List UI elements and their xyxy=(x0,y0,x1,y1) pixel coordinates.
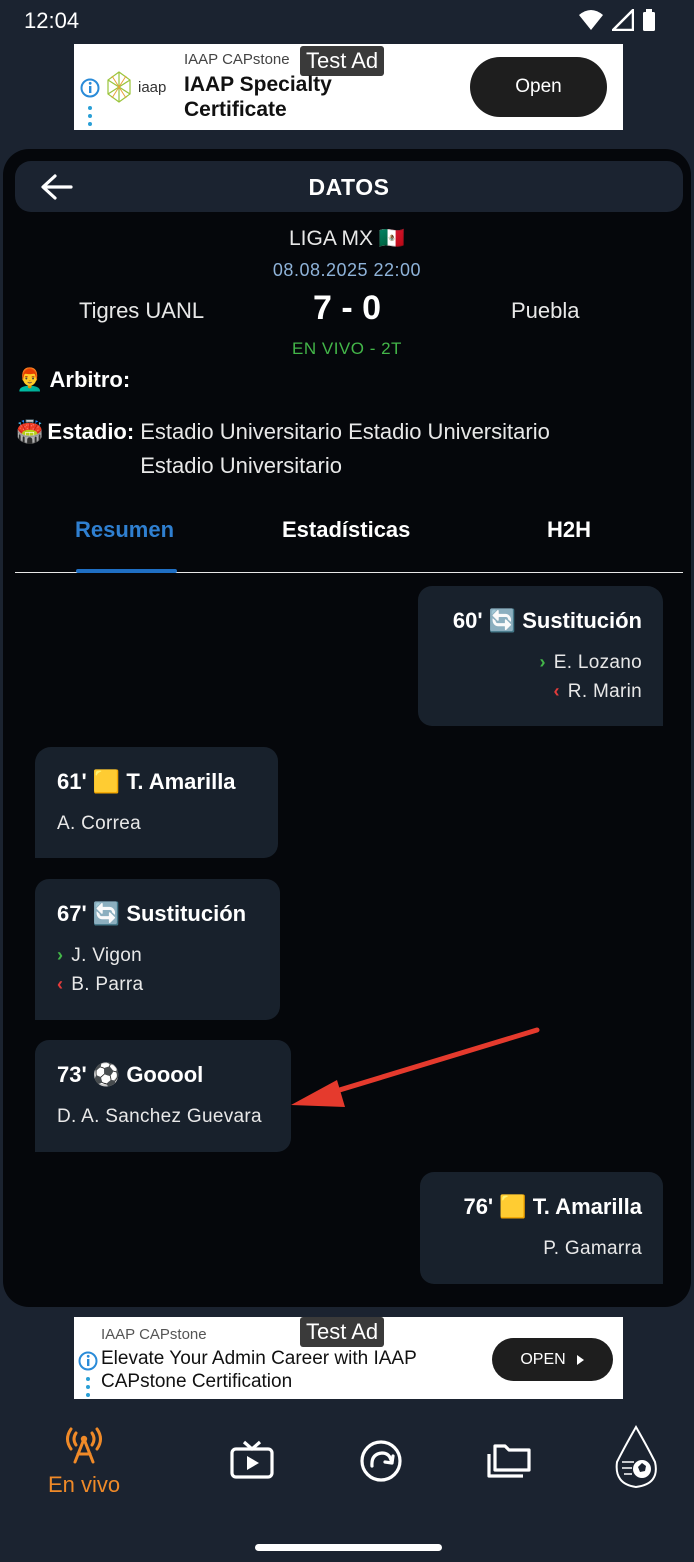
ad-logo-text: iaap xyxy=(138,78,167,96)
event-title: 61' 🟨 T. Amarilla xyxy=(57,769,236,794)
home-indicator[interactable] xyxy=(255,1544,442,1551)
stadium-value: Estadio Universitario Estadio Universita… xyxy=(140,419,550,478)
match-datetime: 08.08.2025 22:00 xyxy=(272,260,422,280)
chevron-left-icon: ‹ xyxy=(553,681,560,701)
event-title: 76' 🟨 T. Amarilla xyxy=(463,1194,642,1219)
match-status-badge: EN VIVO - 2T xyxy=(292,339,402,358)
event-sub-in: › E. Lozano xyxy=(539,652,642,673)
chevron-right-icon: › xyxy=(57,945,64,965)
event-player: A. Correa xyxy=(57,813,142,834)
referee-row: 👨‍🦰 Arbitro: xyxy=(16,363,130,397)
stadium-row: 🏟️ Estadio: Estadio Universitario Estadi… xyxy=(16,415,620,483)
ad-advertiser: IAAP CAPstone xyxy=(184,51,290,68)
league-name: LIGA MX 🇲🇽 xyxy=(288,227,405,250)
event-title: 73' ⚽ Gooool xyxy=(57,1062,204,1087)
tv-play-icon xyxy=(230,1440,274,1479)
ad-open-button[interactable]: Open xyxy=(470,57,607,117)
broadcast-icon xyxy=(66,1427,103,1464)
ad-open-button[interactable]: OPEN xyxy=(492,1338,613,1381)
annotation-arrow-icon xyxy=(291,1027,540,1107)
event-title: 67' 🔄 Sustitución xyxy=(57,901,247,926)
folders-icon xyxy=(487,1444,531,1478)
ad-open-label: OPEN xyxy=(520,1350,566,1368)
ad-headline[interactable]: IAAP Specialty Certificate xyxy=(184,72,384,122)
test-ad-badge: Test Ad xyxy=(300,1317,385,1347)
away-team: Puebla xyxy=(511,298,580,323)
nav-item-replay[interactable] xyxy=(358,1438,404,1484)
nav-item-folders[interactable] xyxy=(485,1438,533,1478)
nav-item-tv[interactable] xyxy=(228,1440,276,1480)
wifi-icon xyxy=(579,10,603,30)
ad-banner-bottom[interactable]: Test Ad IAAP CAPstone Elevate Your Admin… xyxy=(74,1317,623,1399)
ad-banner-top[interactable]: Test Ad iaap IAAP CAPstone IAAP Specialt… xyxy=(74,44,623,130)
page-title: DATOS xyxy=(308,174,390,200)
nav-item-en-vivo[interactable]: En vivo xyxy=(48,1424,120,1498)
tab-bar: Resumen Estadísticas H2H xyxy=(15,501,683,573)
stadium-label: Estadio: xyxy=(47,419,135,444)
referee-label: Arbitro: xyxy=(49,367,131,392)
event-sub-out: ‹ B. Parra xyxy=(57,974,144,995)
stadium-emoji-icon: 🏟️ xyxy=(16,419,44,444)
tab-h2h[interactable]: H2H xyxy=(547,517,591,543)
ad-logo: iaap xyxy=(104,70,166,104)
iaap-logo-icon xyxy=(107,71,131,103)
play-triangle-icon xyxy=(576,1354,584,1365)
active-tab-indicator xyxy=(76,569,177,573)
ad-headline[interactable]: Elevate Your Admin Career with IAAP CAPs… xyxy=(101,1347,461,1393)
chevron-left-icon: ‹ xyxy=(57,974,64,994)
tab-resumen[interactable]: Resumen xyxy=(75,517,174,543)
event-player: P. Gamarra xyxy=(543,1238,642,1259)
match-details-panel: DATOS LIGA MX 🇲🇽 08.08.2025 22:00 Tigres… xyxy=(3,149,691,1307)
header-bar: DATOS xyxy=(15,161,683,212)
event-card: 76' 🟨 T. Amarilla P. Gamarra xyxy=(420,1172,663,1284)
app-logo-icon xyxy=(615,1424,657,1489)
event-sub-out: ‹ R. Marin xyxy=(553,681,642,702)
event-player: D. A. Sanchez Guevara xyxy=(57,1106,262,1127)
event-title: 60' 🔄 Sustitución xyxy=(452,608,642,633)
event-card: 67' 🔄 Sustitución › J. Vigon ‹ B. Parra xyxy=(35,879,280,1020)
ad-info-icon[interactable] xyxy=(80,78,100,128)
event-card: 60' 🔄 Sustitución › E. Lozano ‹ R. Marin xyxy=(418,586,663,726)
event-card: 61' 🟨 T. Amarilla A. Correa xyxy=(35,747,278,858)
replay-icon xyxy=(360,1440,402,1482)
ad-info-icon[interactable] xyxy=(78,1351,98,1397)
referee-emoji-icon: 👨‍🦰 xyxy=(16,367,44,392)
event-card: 73' ⚽ Gooool D. A. Sanchez Guevara xyxy=(35,1040,291,1152)
bottom-navigation: En vivo xyxy=(0,1410,694,1520)
match-score: 7 - 0 xyxy=(312,289,382,327)
event-sub-in: › J. Vigon xyxy=(57,945,143,966)
nav-item-app-logo[interactable] xyxy=(612,1424,660,1490)
tab-estadisticas[interactable]: Estadísticas xyxy=(282,517,410,543)
battery-icon xyxy=(643,9,655,31)
ad-advertiser: IAAP CAPstone xyxy=(101,1326,207,1343)
chevron-right-icon: › xyxy=(539,652,546,672)
status-bar: 12:04 xyxy=(0,0,694,42)
status-time: 12:04 xyxy=(24,8,80,33)
nav-label-en-vivo: En vivo xyxy=(48,1472,121,1497)
status-icons xyxy=(578,9,656,31)
signal-icon xyxy=(612,9,634,31)
